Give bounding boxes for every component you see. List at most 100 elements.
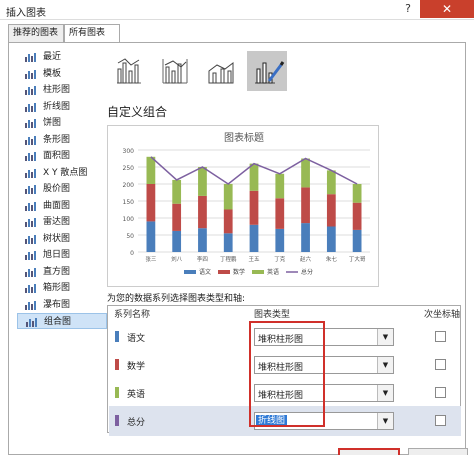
- bar-数学: [146, 184, 156, 222]
- sidebar-item-label: 树状图: [43, 233, 71, 244]
- dialog-title: 插入图表: [6, 8, 46, 19]
- legend-label: 总分: [301, 268, 313, 276]
- sidebar-item-label: 饼图: [43, 118, 62, 128]
- sidebar-item-label: 旭日图: [43, 250, 71, 260]
- stock-chart-icon: [25, 184, 36, 194]
- custom-combo-icon: [255, 61, 285, 84]
- series-color-swatch: [115, 387, 119, 398]
- header-chart-type: 图表类型: [254, 310, 291, 320]
- bar-英语: [326, 170, 336, 195]
- sidebar-item-label: 曲面图: [43, 200, 71, 211]
- bar-语文: [326, 226, 336, 252]
- sidebar-item-11[interactable]: 树状图: [17, 231, 107, 247]
- sidebar-item-6[interactable]: 面积图: [17, 148, 107, 164]
- subtype-stacked-area[interactable]: [201, 51, 241, 91]
- tab-recommended[interactable]: 推荐的图表: [8, 24, 64, 42]
- subtype-cluster-line-secondary[interactable]: [155, 51, 195, 91]
- x-tick-label: 赵六: [300, 255, 312, 263]
- bar-chart-icon: [25, 135, 36, 145]
- chevron-down-icon[interactable]: ▼: [377, 385, 393, 401]
- sidebar-item-2[interactable]: 柱形图: [17, 82, 107, 98]
- bar-英语: [352, 184, 362, 203]
- sidebar-item-1[interactable]: 模板: [17, 66, 107, 82]
- secondary-axis-checkbox[interactable]: [435, 359, 446, 370]
- sidebar-item-0[interactable]: 最近: [17, 49, 107, 65]
- bar-语文: [352, 229, 362, 252]
- series-name: 英语: [127, 390, 146, 400]
- sidebar-item-15[interactable]: 瀑布图: [17, 297, 107, 313]
- chevron-down-icon[interactable]: ▼: [377, 413, 393, 429]
- secondary-axis-checkbox[interactable]: [435, 331, 446, 342]
- sidebar-item-4[interactable]: 饼图: [17, 115, 107, 131]
- combo-chart: 0 50 100 150 200 250 300 张三 刘八 李四 丁程鹏 王五 丁克 赵六 朱七 丁大哥语文…: [123, 148, 370, 276]
- bar-语文: [172, 230, 182, 252]
- highlight-box: [249, 321, 325, 427]
- bar-数学: [198, 195, 207, 229]
- bar-数学: [172, 203, 182, 231]
- sidebar-item-5[interactable]: 条形图: [17, 132, 107, 148]
- y-tick-label: 250: [123, 165, 135, 172]
- sidebar-item-label: 模板: [43, 68, 62, 79]
- bar-语文: [223, 233, 233, 252]
- histogram-icon: [25, 267, 36, 277]
- secondary-axis-checkbox[interactable]: [435, 387, 446, 398]
- x-tick-label: 丁大哥: [349, 255, 366, 263]
- sidebar-item-label: 雷达图: [43, 217, 71, 227]
- bar-语文: [249, 224, 259, 252]
- bar-数学: [352, 202, 362, 230]
- line-chart-icon: [25, 102, 36, 112]
- chevron-down-icon[interactable]: ▼: [377, 357, 393, 373]
- title-bar: 插入图表 ? ✕: [0, 0, 474, 20]
- sidebar-item-7[interactable]: X Y 散点图: [17, 165, 107, 181]
- subtype-cluster-line[interactable]: [109, 51, 149, 91]
- chart-preview: 图表标题 0 50 100 150 200 250 300 张三 刘八 李四 丁程鹏 王五 丁克 赵六 朱七…: [107, 125, 379, 287]
- y-tick-label: 50: [126, 233, 134, 240]
- header-series-name: 系列名称: [114, 310, 151, 320]
- treemap-icon: [25, 234, 36, 244]
- column-chart-icon: [25, 85, 36, 95]
- sidebar-item-8[interactable]: 股价图: [17, 181, 107, 197]
- x-tick-label: 刘八: [171, 255, 183, 263]
- combo-chart-icon: [26, 317, 37, 327]
- combo-cluster-line-secondary-icon: [162, 59, 188, 84]
- bar-英语: [198, 167, 207, 196]
- sidebar-item-16[interactable]: 组合图: [17, 313, 107, 329]
- tab-all-charts[interactable]: 所有图表: [64, 24, 120, 43]
- sidebar-item-14[interactable]: 箱形图: [17, 280, 107, 296]
- sidebar-item-label: 股价图: [43, 184, 71, 194]
- series-name: 语文: [127, 334, 146, 344]
- waterfall-icon: [25, 300, 36, 310]
- series-color-swatch: [115, 331, 119, 342]
- x-tick-label: 李四: [197, 255, 208, 263]
- bar-数学: [301, 187, 310, 224]
- boxplot-icon: [25, 283, 36, 293]
- area-chart-icon: [25, 151, 36, 161]
- bar-数学: [223, 209, 233, 234]
- sidebar-item-9[interactable]: 曲面图: [17, 198, 107, 214]
- sidebar-item-12[interactable]: 旭日图: [17, 247, 107, 263]
- bar-英语: [301, 158, 310, 188]
- bar-英语: [172, 179, 182, 204]
- series-color-swatch: [115, 359, 119, 370]
- combo-stacked-area-icon: [208, 62, 234, 84]
- y-tick-label: 100: [123, 216, 135, 223]
- secondary-axis-checkbox[interactable]: [435, 415, 446, 426]
- legend-label: 语文: [199, 268, 211, 276]
- sidebar-item-label: 柱形图: [43, 85, 71, 95]
- ok-button[interactable]: [338, 448, 400, 455]
- series-name: 数学: [127, 362, 146, 372]
- subtype-custom-combo[interactable]: [247, 51, 287, 91]
- sidebar-item-13[interactable]: 直方图: [17, 264, 107, 280]
- x-tick-label: 王五: [248, 256, 260, 263]
- bar-数学: [326, 194, 336, 227]
- bar-英语: [146, 156, 156, 184]
- close-button[interactable]: ✕: [420, 0, 474, 18]
- sidebar-item-10[interactable]: 雷达图: [17, 214, 107, 230]
- y-tick-label: 150: [123, 199, 135, 206]
- help-button[interactable]: ?: [398, 0, 418, 18]
- chevron-down-icon[interactable]: ▼: [377, 329, 393, 345]
- folder-icon: [25, 69, 36, 79]
- cancel-button[interactable]: [408, 448, 468, 455]
- sidebar-item-label: X Y 散点图: [43, 167, 88, 178]
- sidebar-item-3[interactable]: 折线图: [17, 99, 107, 115]
